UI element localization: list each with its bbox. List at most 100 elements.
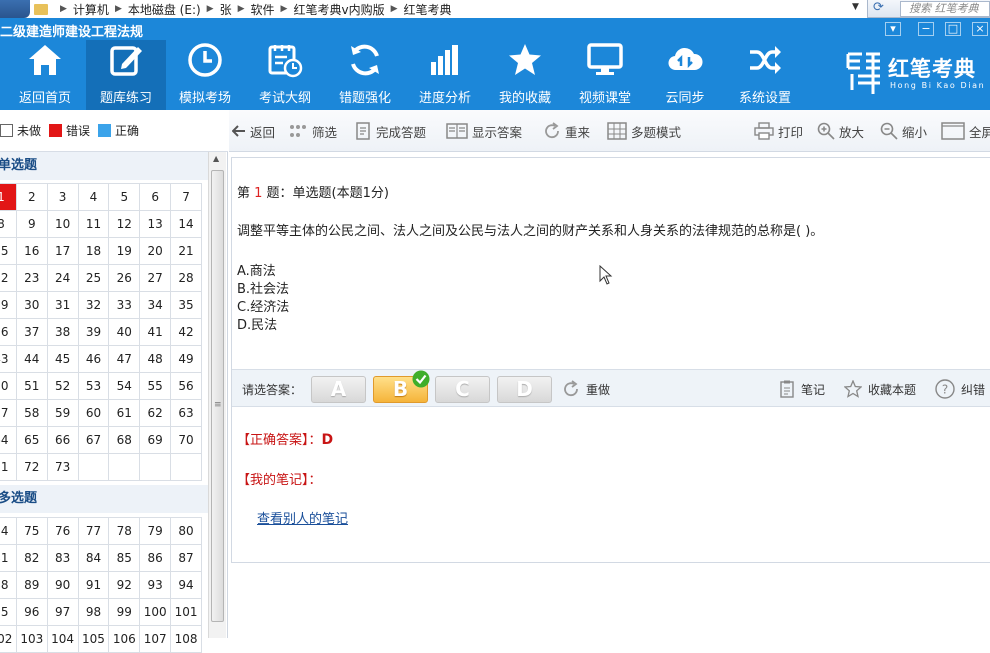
question-cell[interactable]: 70 <box>170 426 202 454</box>
question-cell[interactable]: 51 <box>15 372 48 400</box>
scroll-up-icon[interactable]: ▲ <box>213 154 219 163</box>
nav-mistakes[interactable]: 错题强化 <box>325 40 405 110</box>
answer-a-button[interactable]: A <box>311 376 366 403</box>
nav-video[interactable]: 视频课堂 <box>565 40 645 110</box>
question-cell[interactable]: 57 <box>0 399 17 427</box>
question-cell[interactable]: 7 <box>170 183 202 211</box>
question-cell[interactable]: 72 <box>15 453 48 481</box>
crumb-software[interactable]: 软件 <box>251 1 275 18</box>
minimize-icon[interactable]: − <box>918 22 934 36</box>
question-cell[interactable]: 82 <box>15 544 48 572</box>
question-cell[interactable]: 96 <box>15 598 48 626</box>
nav-favorites[interactable]: 我的收藏 <box>485 40 565 110</box>
question-cell[interactable]: 34 <box>139 291 172 319</box>
question-cell[interactable]: 18 <box>77 237 110 265</box>
answer-d-button[interactable]: D <box>497 376 552 403</box>
restart-button[interactable]: 重来 <box>543 122 590 140</box>
question-list-scrollbar[interactable]: ▲ ≡ <box>208 152 226 638</box>
question-cell[interactable]: 26 <box>108 264 141 292</box>
refresh-icon[interactable]: ⟳ <box>873 0 884 15</box>
breadcrumb[interactable]: ▶ 计算机 ▶ 本地磁盘 (E:) ▶ 张 ▶ 软件 ▶ 红笔考典v内购版 ▶ … <box>0 0 868 18</box>
answer-c-button[interactable]: C <box>435 376 490 403</box>
question-cell[interactable]: 98 <box>77 598 110 626</box>
question-cell[interactable]: 44 <box>15 345 48 373</box>
question-cell[interactable]: 61 <box>108 399 141 427</box>
nav-progress[interactable]: 进度分析 <box>405 40 485 110</box>
question-cell[interactable]: 106 <box>108 625 141 653</box>
crumb-folder[interactable]: 张 <box>220 1 232 18</box>
view-others-notes-link[interactable]: 查看别人的笔记 <box>257 508 348 527</box>
question-cell[interactable]: 29 <box>0 291 17 319</box>
show-answer-button[interactable]: 显示答案 <box>446 122 522 140</box>
question-cell[interactable]: 105 <box>77 625 110 653</box>
question-cell[interactable]: 22 <box>0 264 17 292</box>
question-cell[interactable]: 83 <box>46 544 79 572</box>
question-cell[interactable]: 3 <box>46 183 79 211</box>
question-cell[interactable]: 1 <box>0 183 17 211</box>
nav-question-bank[interactable]: 题库练习 <box>86 40 166 110</box>
question-cell[interactable]: 16 <box>15 237 48 265</box>
fullscreen-button[interactable]: 全屏 <box>941 122 990 140</box>
question-cell[interactable]: 84 <box>77 544 110 572</box>
question-cell[interactable]: 67 <box>77 426 110 454</box>
question-cell[interactable]: 74 <box>0 517 17 545</box>
question-cell[interactable]: 107 <box>139 625 172 653</box>
question-cell[interactable]: 73 <box>46 453 79 481</box>
nav-cloud-sync[interactable]: 云同步 <box>645 40 725 110</box>
report-error-button[interactable]: ? 纠错 <box>935 379 985 399</box>
question-cell[interactable]: 13 <box>139 210 172 238</box>
question-cell[interactable]: 65 <box>15 426 48 454</box>
question-cell[interactable]: 75 <box>15 517 48 545</box>
question-cell[interactable]: 47 <box>108 345 141 373</box>
question-cell[interactable]: 28 <box>170 264 202 292</box>
multi-mode-button[interactable]: 多题模式 <box>607 122 681 140</box>
question-cell[interactable]: 4 <box>77 183 110 211</box>
crumb-computer[interactable]: 计算机 <box>73 1 109 18</box>
maximize-icon[interactable]: □ <box>945 22 961 36</box>
question-cell[interactable]: 10 <box>46 210 79 238</box>
question-cell[interactable]: 93 <box>139 571 172 599</box>
menu-icon[interactable]: ▾ <box>885 22 901 36</box>
question-cell[interactable]: 101 <box>170 598 202 626</box>
question-cell[interactable]: 49 <box>170 345 202 373</box>
question-cell[interactable]: 62 <box>139 399 172 427</box>
question-cell[interactable]: 5 <box>108 183 141 211</box>
crumb-app-folder[interactable]: 红笔考典v内购版 <box>293 1 384 18</box>
question-cell[interactable]: 87 <box>170 544 202 572</box>
question-cell[interactable]: 31 <box>46 291 79 319</box>
question-cell[interactable]: 9 <box>15 210 48 238</box>
question-cell[interactable]: 104 <box>46 625 79 653</box>
crumb-drive[interactable]: 本地磁盘 (E:) <box>128 1 201 18</box>
question-cell[interactable]: 45 <box>46 345 79 373</box>
question-cell[interactable]: 48 <box>139 345 172 373</box>
question-cell[interactable]: 79 <box>139 517 172 545</box>
nav-settings[interactable]: 系统设置 <box>725 40 805 110</box>
question-cell[interactable]: 86 <box>139 544 172 572</box>
favorite-button[interactable]: 收藏本题 <box>844 379 916 399</box>
question-cell[interactable]: 42 <box>170 318 202 346</box>
question-cell[interactable]: 43 <box>0 345 17 373</box>
back-button[interactable]: 返回 <box>232 122 275 140</box>
question-cell[interactable]: 15 <box>0 237 17 265</box>
question-cell[interactable]: 32 <box>77 291 110 319</box>
question-cell[interactable]: 33 <box>108 291 141 319</box>
question-cell[interactable]: 56 <box>170 372 202 400</box>
question-cell[interactable]: 80 <box>170 517 202 545</box>
zoom-in-button[interactable]: 放大 <box>817 122 864 140</box>
question-cell[interactable]: 52 <box>46 372 79 400</box>
question-cell[interactable]: 77 <box>77 517 110 545</box>
submit-button[interactable]: 完成答题 <box>354 122 426 140</box>
dropdown-icon[interactable]: ▼ <box>852 2 859 12</box>
question-cell[interactable]: 54 <box>108 372 141 400</box>
question-cell[interactable]: 40 <box>108 318 141 346</box>
question-cell[interactable]: 21 <box>170 237 202 265</box>
question-cell[interactable]: 14 <box>170 210 202 238</box>
question-cell[interactable]: 36 <box>0 318 17 346</box>
answer-b-button[interactable]: B <box>373 370 430 403</box>
question-cell[interactable]: 100 <box>139 598 172 626</box>
question-cell[interactable]: 25 <box>77 264 110 292</box>
question-cell[interactable]: 50 <box>0 372 17 400</box>
filter-button[interactable]: 筛选 <box>288 122 337 140</box>
question-cell[interactable]: 24 <box>46 264 79 292</box>
crumb-current[interactable]: 红笔考典 <box>404 1 452 18</box>
